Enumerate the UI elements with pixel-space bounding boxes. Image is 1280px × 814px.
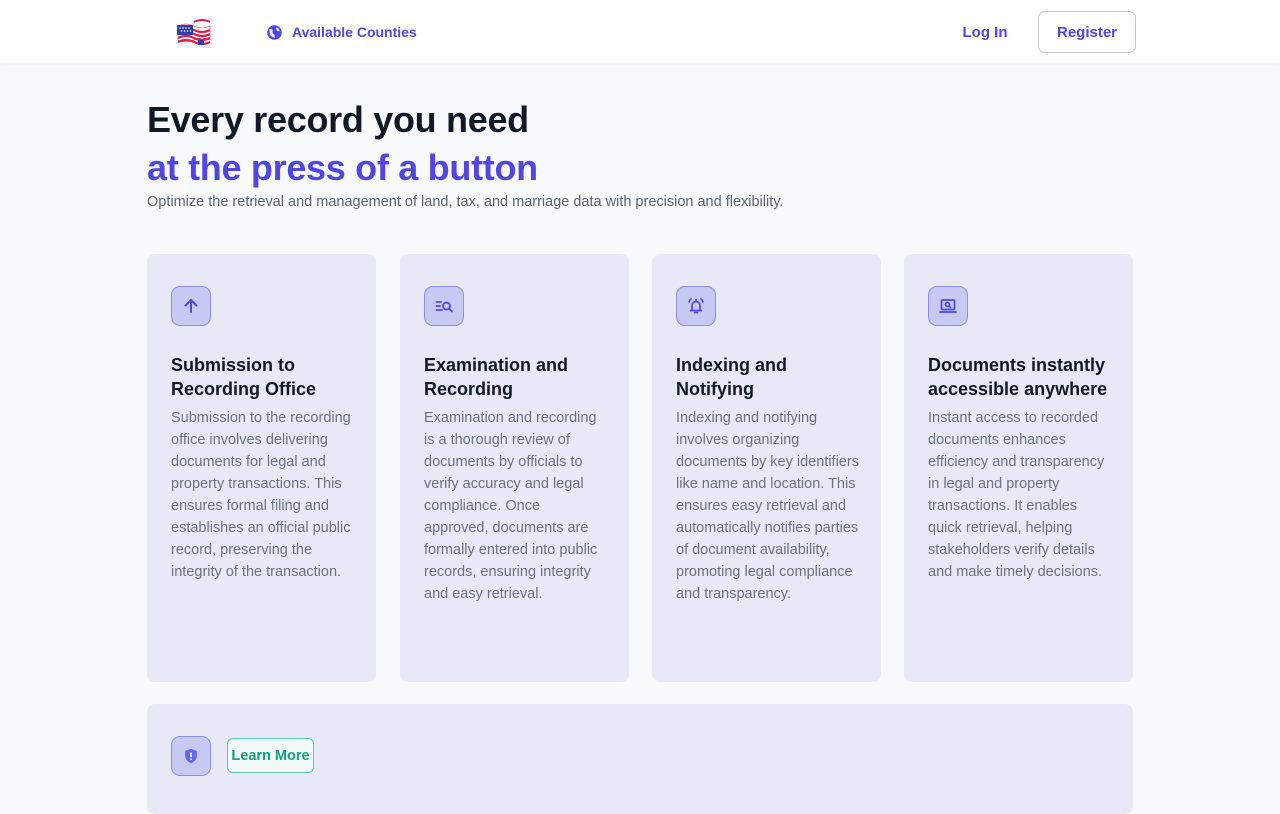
card-text: Instant access to recorded documents enh… [928,410,1105,580]
top-navbar: Available Counties Log In Register [0,0,1280,64]
us-flag-logo-icon[interactable] [174,18,214,48]
available-counties-label: Available Counties [292,24,417,40]
card-title: Documents instantly accessible anywhere [928,355,1108,399]
hero-title: Every record you need at the press of a … [147,96,538,192]
card-title: Examination and Recording [424,355,569,399]
learn-more-button[interactable]: Learn More [227,738,314,773]
hero-subtitle: Optimize the retrieval and management of… [147,194,784,210]
bell-alert-icon [676,286,716,326]
laptop-search-icon [928,286,968,326]
hero-title-line2: at the press of a button [147,147,538,188]
arrow-up-icon [171,286,211,326]
hero-title-line1: Every record you need [147,99,529,140]
shield-icon [171,736,211,776]
card-text: Examination and recording is a thorough … [424,410,598,602]
card-text: Indexing and notifying involves organizi… [676,410,859,602]
feature-card-access: Documents instantly accessible anywhere … [904,254,1133,682]
feature-card-submission: Submission to Recording Office Submissio… [147,254,376,682]
register-button[interactable]: Register [1038,11,1136,53]
bottom-info-panel: Learn More [147,704,1133,814]
feature-card-examination: Examination and Recording Examination an… [400,254,629,682]
login-button[interactable]: Log In [948,12,1022,52]
card-title: Submission to Recording Office [171,355,317,399]
card-text: Submission to the recording office invol… [171,410,351,580]
document-search-icon [424,286,464,326]
feature-card-indexing: Indexing and Notifying Indexing and noti… [652,254,881,682]
globe-icon [267,24,282,40]
available-counties-link[interactable]: Available Counties [266,22,417,42]
card-title: Indexing and Notifying [676,355,788,399]
